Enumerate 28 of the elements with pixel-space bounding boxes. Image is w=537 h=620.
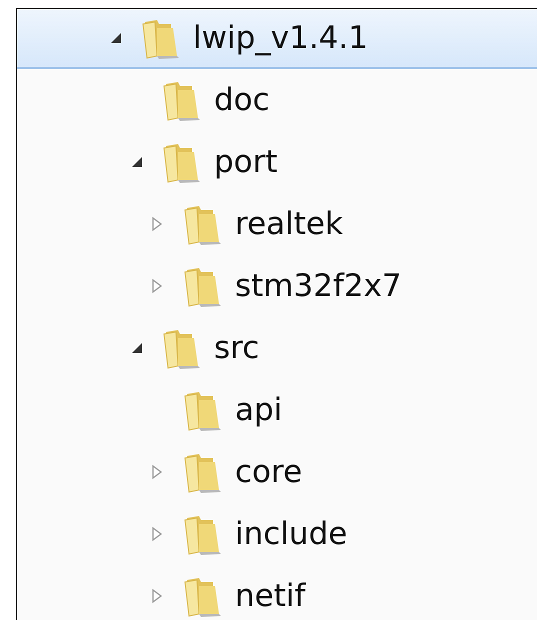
folder-label: realtek [235,206,343,242]
folder-label: doc [214,82,270,118]
folder-label: netif [235,578,306,614]
tree-item[interactable]: api [17,379,537,441]
folder-label: port [214,144,278,180]
collapsed-arrow-icon[interactable] [151,526,163,542]
expanded-arrow-icon[interactable] [130,341,144,355]
folder-label: api [235,392,282,428]
tree-item[interactable]: lwip_v1.4.1 [17,9,537,69]
tree-item[interactable]: stm32f2x7 [17,255,537,317]
folder-label: stm32f2x7 [235,268,402,304]
collapsed-arrow-icon[interactable] [151,588,163,604]
folder-label: include [235,516,348,552]
tree-item[interactable]: core [17,441,537,503]
folder-label: lwip_v1.4.1 [193,20,368,56]
folder-label: src [214,330,260,366]
tree-item[interactable]: netif [17,565,537,620]
collapsed-arrow-icon[interactable] [151,278,163,294]
expanded-arrow-icon[interactable] [109,31,123,45]
tree-item[interactable]: realtek [17,193,537,255]
tree-item[interactable]: port [17,131,537,193]
folder-label: core [235,454,302,490]
tree-item[interactable]: src [17,317,537,379]
expanded-arrow-icon[interactable] [130,155,144,169]
tree-item[interactable]: include [17,503,537,565]
tree-item[interactable]: doc [17,69,537,131]
collapsed-arrow-icon[interactable] [151,216,163,232]
collapsed-arrow-icon[interactable] [151,464,163,480]
